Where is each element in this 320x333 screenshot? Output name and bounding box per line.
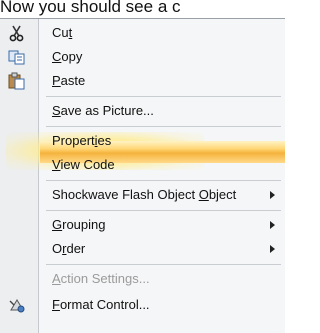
menu-item-save-as-picture[interactable]: Save as Picture... (0, 99, 285, 123)
menu-item-label: Action Settings... (52, 271, 150, 286)
menu-item-label: Properties (52, 133, 112, 148)
menu-item-properties[interactable]: Properties (0, 129, 285, 153)
submenu-arrow-icon (270, 245, 275, 253)
menu-item-cut[interactable]: Cut (0, 21, 285, 45)
tutorial-caption: Now you should see a c (0, 0, 181, 16)
format-control-icon (8, 296, 26, 314)
menu-item-grouping[interactable]: Grouping (0, 213, 285, 237)
context-menu: Cut Copy Paste Save as Picture... Proper… (0, 18, 285, 333)
menu-separator (46, 126, 281, 127)
menu-separator (46, 96, 281, 97)
menu-separator (46, 210, 281, 211)
menu-item-label: Cut (52, 25, 73, 40)
menu-item-copy[interactable]: Copy (0, 45, 285, 69)
menu-item-action-settings: Action Settings... (0, 267, 285, 291)
menu-item-label: View Code (52, 157, 115, 172)
menu-item-shockwave-flash-object[interactable]: Shockwave Flash Object Object (0, 183, 285, 207)
menu-separator (46, 180, 281, 181)
menu-item-label: Paste (52, 73, 86, 88)
menu-item-order[interactable]: Order (0, 237, 285, 261)
menu-item-label: Format Control... (52, 297, 150, 312)
paste-icon (8, 72, 26, 90)
menu-item-paste[interactable]: Paste (0, 69, 285, 93)
submenu-arrow-icon (270, 191, 275, 199)
menu-item-view-code[interactable]: View Code (0, 153, 285, 177)
submenu-arrow-icon (270, 221, 275, 229)
menu-item-label: Grouping (52, 217, 106, 232)
menu-item-label: Copy (52, 49, 83, 64)
menu-item-label: Save as Picture... (52, 103, 154, 118)
scissors-icon (8, 24, 26, 42)
copy-icon (8, 48, 26, 66)
menu-separator (46, 264, 281, 265)
menu-item-format-control[interactable]: Format Control... (0, 293, 285, 317)
menu-item-label: Order (52, 241, 86, 256)
menu-item-label: Shockwave Flash Object Object (52, 187, 237, 202)
